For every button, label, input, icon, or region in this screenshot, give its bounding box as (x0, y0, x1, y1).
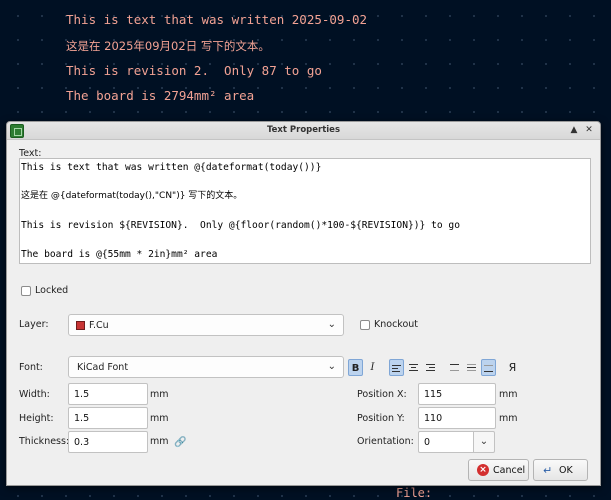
height-unit: mm (150, 413, 169, 424)
layer-label: Layer: (19, 319, 49, 330)
orientation-label: Orientation: (357, 436, 414, 447)
canvas-file-label: File: (396, 486, 433, 500)
width-label: Width: (19, 389, 50, 400)
width-unit: mm (150, 389, 169, 400)
dialog-titlebar[interactable]: Text Properties ▲ ✕ (7, 122, 600, 140)
valign-center-icon (467, 363, 476, 371)
thickness-input[interactable]: 0.3 (68, 431, 148, 453)
knockout-label: Knockout (374, 319, 419, 330)
chevron-down-icon: ⌄ (327, 319, 336, 330)
chevron-down-icon: ⌄ (327, 361, 336, 372)
orientation-input[interactable]: 0 (418, 431, 474, 453)
cancel-button[interactable]: × Cancel (468, 459, 529, 481)
height-input[interactable]: 1.5 (68, 407, 148, 429)
cancel-button-label: Cancel (493, 465, 526, 476)
text-editor-line-2: 这是在 @{dateformat(today(),"CN")} 写下的文本。 (21, 191, 243, 201)
valign-bottom-button[interactable] (481, 359, 496, 376)
close-icon[interactable]: ✕ (583, 124, 595, 136)
knockout-checkbox[interactable] (360, 320, 370, 330)
font-value: KiCad Font (77, 362, 129, 373)
align-left-icon (392, 364, 401, 372)
layer-color-swatch (76, 321, 85, 330)
align-right-icon (426, 363, 435, 371)
font-select[interactable]: KiCad Font ⌄ (68, 356, 344, 378)
mirror-button[interactable]: Я (505, 359, 520, 376)
text-editor[interactable]: This is text that was written @{dateform… (19, 158, 591, 264)
link-icon[interactable]: 🔗 (174, 437, 186, 448)
ok-button[interactable]: OK (533, 459, 588, 481)
valign-top-icon (450, 363, 459, 371)
layer-select[interactable]: F.Cu ⌄ (68, 314, 344, 336)
align-right-button[interactable] (423, 359, 438, 376)
bold-button[interactable]: B (348, 359, 363, 376)
text-editor-line-1: This is text that was written @{dateform… (21, 162, 322, 173)
align-center-icon (409, 363, 418, 371)
valign-top-button[interactable] (447, 359, 462, 376)
position-x-label: Position X: (357, 389, 407, 400)
ok-button-label: OK (559, 465, 573, 476)
position-x-unit: mm (499, 389, 518, 400)
width-input[interactable]: 1.5 (68, 383, 148, 405)
text-editor-line-4: The board is @{55mm * 2in}mm² area (21, 249, 218, 260)
valign-bottom-icon (484, 364, 493, 372)
text-editor-line-3: This is revision ${REVISION}. Only @{flo… (21, 220, 460, 231)
thickness-unit: mm (150, 436, 169, 447)
canvas-text-line-4: The board is 2794mm² area (66, 88, 255, 103)
layer-value: F.Cu (89, 320, 109, 331)
maximize-icon[interactable]: ▲ (568, 124, 580, 136)
position-y-input[interactable]: 110 (418, 407, 496, 429)
position-y-label: Position Y: (357, 413, 405, 424)
canvas-text-line-1: This is text that was written 2025-09-02 (66, 12, 368, 27)
valign-center-button[interactable] (464, 359, 479, 376)
canvas-text-line-3: This is revision 2. Only 87 to go (66, 63, 322, 78)
ok-icon (543, 464, 552, 477)
canvas-text-line-2: 这是在 2025年09月02日 写下的文本。 (66, 39, 270, 53)
font-label: Font: (19, 362, 43, 373)
cancel-icon: × (477, 464, 489, 476)
height-label: Height: (19, 413, 54, 424)
align-center-button[interactable] (406, 359, 421, 376)
thickness-label: Thickness: (19, 436, 70, 447)
text-properties-dialog: Text Properties ▲ ✕ Text: This is text t… (6, 121, 601, 486)
locked-label: Locked (35, 285, 69, 296)
position-y-unit: mm (499, 413, 518, 424)
position-x-input[interactable]: 115 (418, 383, 496, 405)
italic-button[interactable]: I (365, 359, 380, 376)
locked-checkbox[interactable] (21, 286, 31, 296)
align-left-button[interactable] (389, 359, 404, 376)
orientation-dropdown-button[interactable]: ⌄ (473, 431, 495, 453)
dialog-title: Text Properties (266, 125, 341, 135)
